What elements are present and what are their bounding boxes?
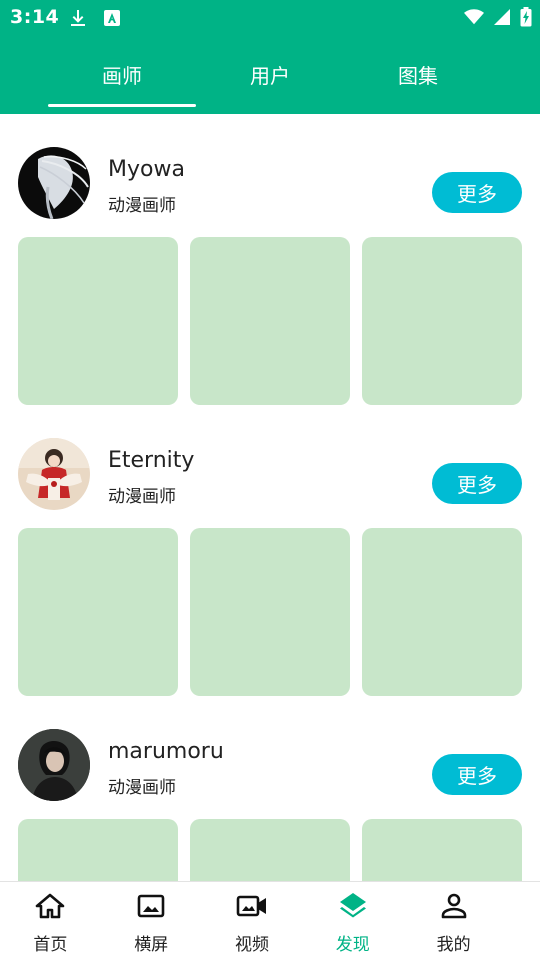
artwork-thumbnail[interactable] [362,528,522,696]
layers-icon [339,893,366,918]
status-time: 3:14 [10,6,60,28]
artwork-thumbnail[interactable] [190,819,350,881]
artwork-thumbnail[interactable] [362,819,522,881]
nav-label: 我的 [436,935,471,955]
nav-label: 横屏 [134,935,169,955]
artwork-thumbnail[interactable] [18,237,178,405]
person-icon [441,893,466,919]
avatar-image [18,147,90,219]
nav-video[interactable]: 视频 [202,882,303,960]
artist-name: Myowa [108,157,185,182]
artwork-thumbnails [18,528,522,696]
artist-role: 动漫画师 [108,196,176,216]
artist-name: Eternity [108,448,195,473]
text-a-icon [104,10,120,26]
tab-label: 画师 [102,64,142,88]
nav-label: 首页 [33,935,68,955]
nav-label: 视频 [234,935,269,955]
artist-role: 动漫画师 [108,487,176,507]
tab-label: 图集 [398,64,438,88]
cell-signal-icon [494,9,510,25]
more-button[interactable]: 更多 [432,463,522,504]
artwork-thumbnail[interactable] [18,819,178,881]
artwork-thumbnail[interactable] [190,237,350,405]
avatar[interactable] [18,438,90,510]
avatar-image [18,729,90,801]
battery-charging-icon [520,7,532,27]
video-camera-icon [236,895,266,917]
app-header: 3:14 画师 用户 图集 [0,0,540,114]
artwork-thumbnails [18,819,522,881]
image-icon [137,894,165,918]
nav-discover[interactable]: 发现 [302,882,403,960]
status-system-icons [464,7,532,27]
artwork-thumbnail[interactable] [190,528,350,696]
tab-label: 用户 [250,64,290,88]
artwork-thumbnail[interactable] [18,528,178,696]
status-bar: 3:14 [0,0,540,36]
top-tab-bar: 画师 用户 图集 [48,44,492,110]
nav-landscape[interactable]: 横屏 [101,882,202,960]
more-button[interactable]: 更多 [432,754,522,795]
download-icon [71,10,85,26]
avatar-image [18,438,90,510]
artist-list[interactable]: Myowa 动漫画师 更多 Eternity 动漫画师 更多 marumoru … [0,114,540,881]
bottom-navigation: 首页 横屏 视频 发现 我的 [0,881,540,960]
artist-card: Eternity 动漫画师 更多 [0,405,540,696]
more-button[interactable]: 更多 [432,172,522,213]
avatar[interactable] [18,729,90,801]
nav-mine[interactable]: 我的 [403,882,504,960]
artist-role: 动漫画师 [108,778,176,798]
wifi-icon [464,9,484,25]
artist-name: marumoru [108,739,224,764]
avatar[interactable] [18,147,90,219]
home-icon [36,893,65,919]
artist-card: Myowa 动漫画师 更多 [0,114,540,405]
nav-home[interactable]: 首页 [0,882,101,960]
artwork-thumbnails [18,237,522,405]
nav-label: 发现 [335,935,370,955]
status-notification-icons [68,8,122,28]
tab-indicator [48,104,196,107]
artwork-thumbnail[interactable] [362,237,522,405]
artist-card: marumoru 动漫画师 更多 [0,696,540,881]
tab-albums[interactable]: 图集 [344,44,492,110]
tab-painters[interactable]: 画师 [48,44,196,110]
tab-users[interactable]: 用户 [196,44,344,110]
